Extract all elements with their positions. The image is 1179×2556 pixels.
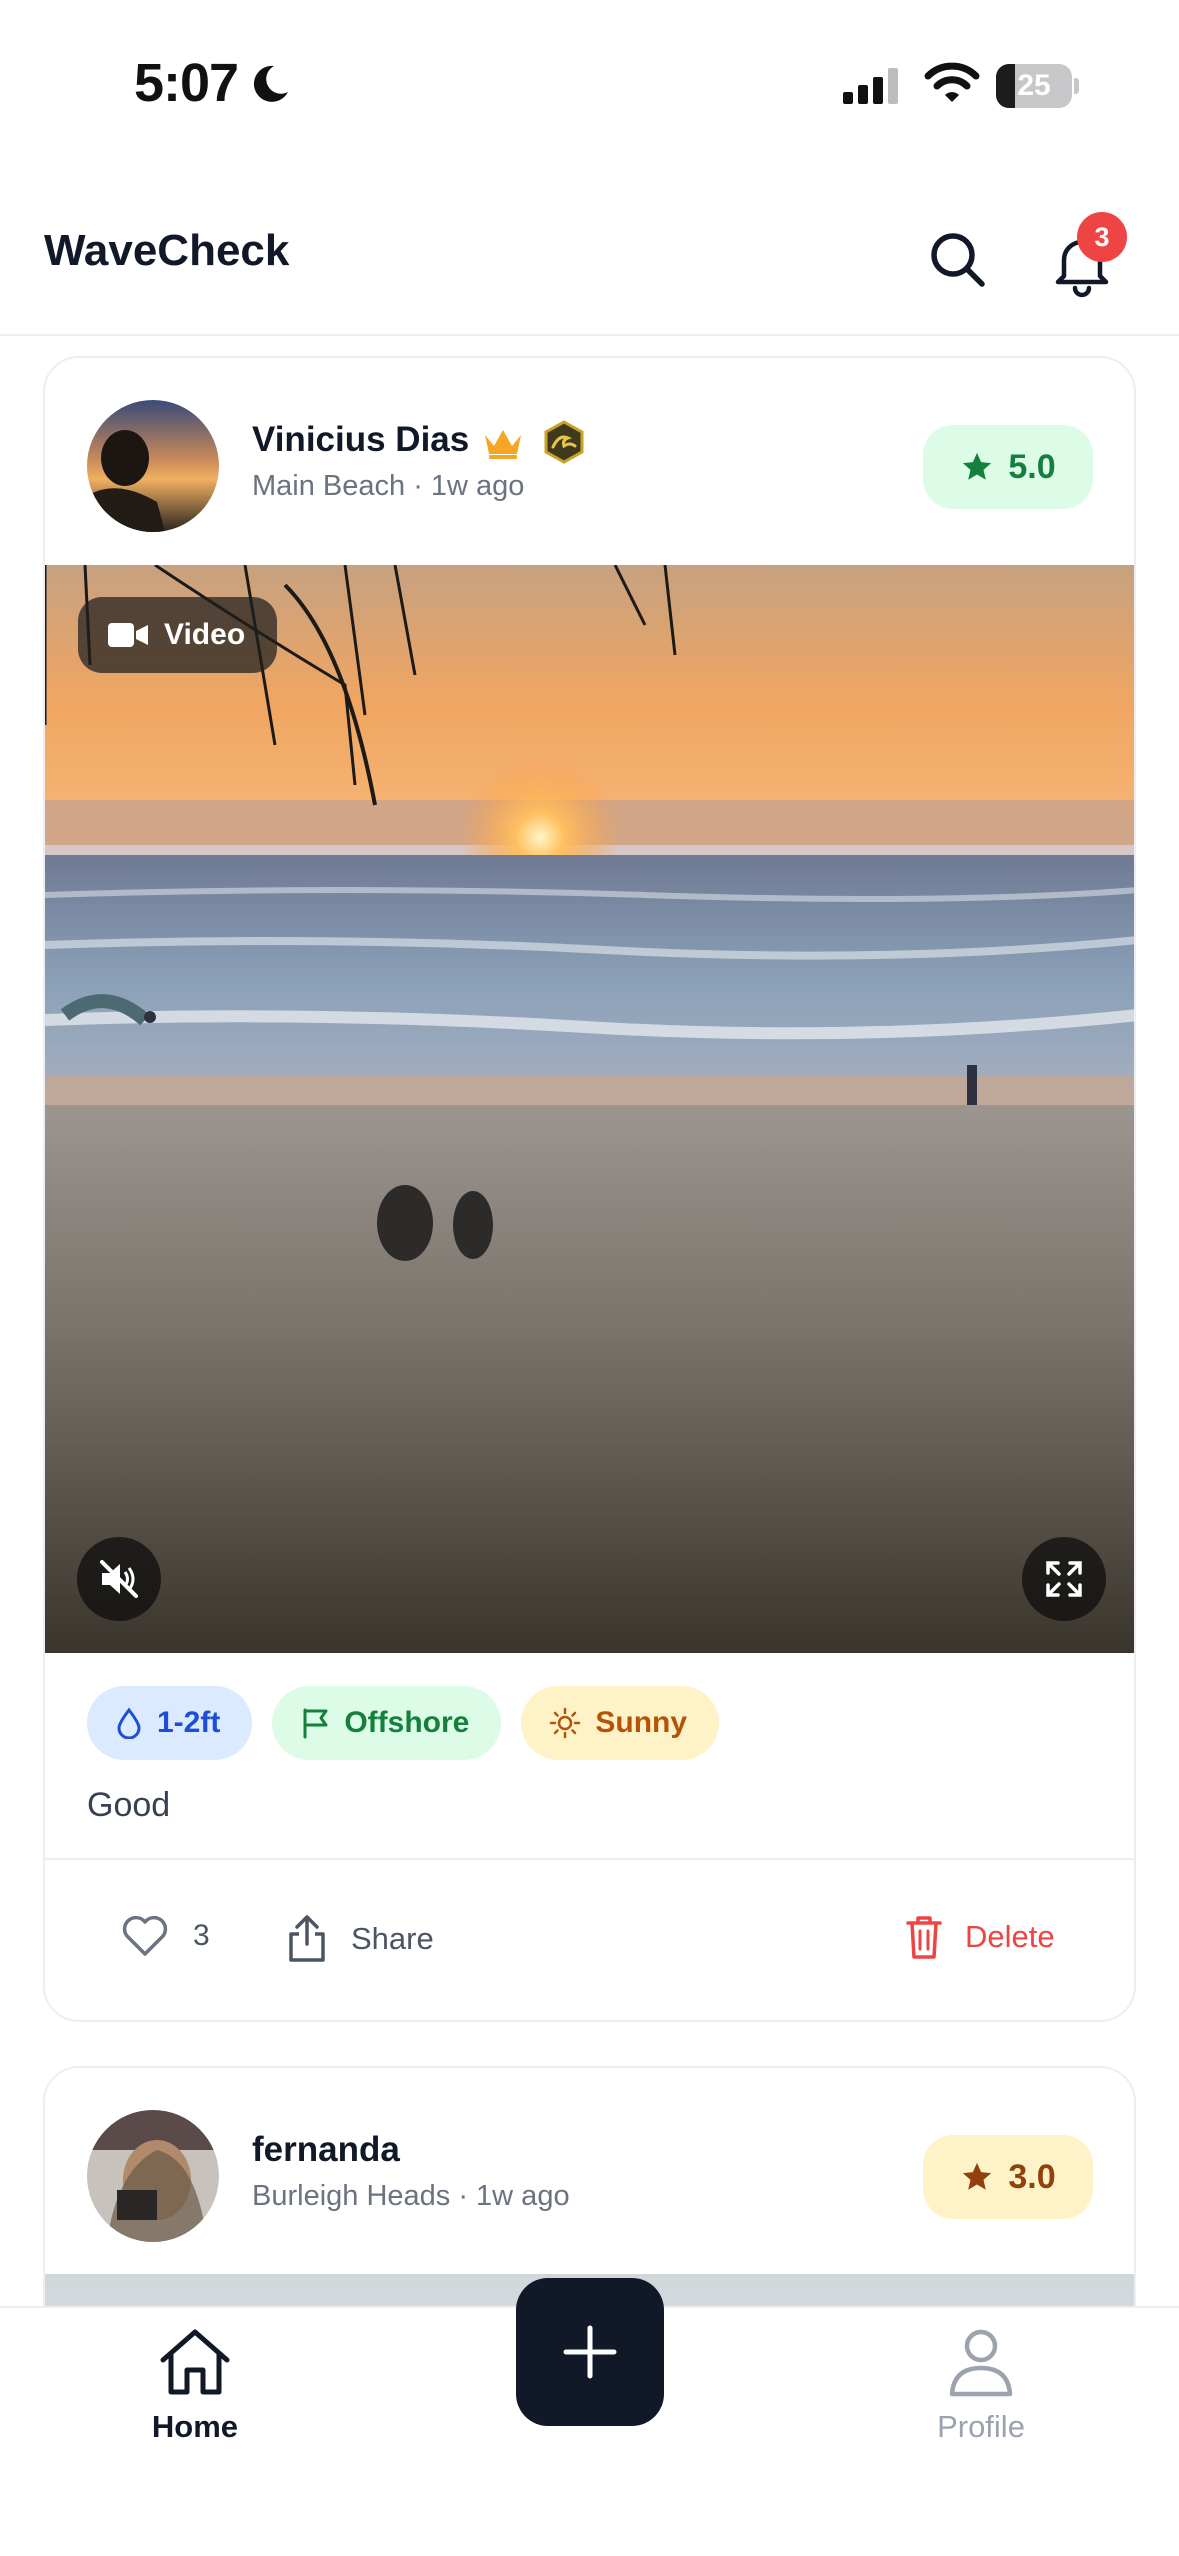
avatar[interactable]	[87, 2110, 219, 2242]
avatar-image	[87, 2110, 219, 2242]
sun-icon	[550, 1707, 581, 1739]
plus-icon	[563, 2325, 617, 2379]
post-video[interactable]: Video	[45, 565, 1134, 1653]
video-badge: Video	[78, 597, 278, 673]
star-icon	[963, 2162, 992, 2190]
status-time: 5:07	[134, 53, 239, 113]
moon-icon	[253, 65, 288, 102]
weather-tag: Sunny	[521, 1686, 720, 1760]
wave-height-tag: 1-2ft	[87, 1686, 253, 1760]
expand-icon	[1046, 1561, 1082, 1597]
notification-badge: 3	[1077, 212, 1127, 262]
heart-icon	[122, 1915, 168, 1956]
app-header: WaveCheck	[0, 196, 1179, 336]
home-icon	[160, 2329, 230, 2395]
battery-indicator: 25	[996, 64, 1079, 108]
volume-muted-icon	[100, 1560, 138, 1598]
author-name[interactable]: fernanda	[252, 2130, 400, 2170]
app-title: WaveCheck	[44, 226, 290, 275]
status-bar: 5:07 25	[0, 0, 1179, 160]
share-button[interactable]: Share	[285, 1914, 434, 1964]
post-location-time: Burleigh Heads · 1w ago	[252, 2180, 570, 2212]
rating-value: 3.0	[1008, 2157, 1056, 2196]
rating-badge: 3.0	[923, 2135, 1093, 2219]
user-icon	[949, 2329, 1013, 2397]
mute-button[interactable]	[77, 1537, 161, 1621]
wave-badge-icon	[544, 420, 584, 464]
like-count: 3	[193, 1919, 210, 1952]
post-card[interactable]: Vinicius Dias Main Beach · 1w ago 5.0 Vi…	[43, 356, 1136, 2022]
fullscreen-button[interactable]	[1022, 1537, 1106, 1621]
like-button[interactable]: 3	[121, 1914, 210, 1958]
rating-value: 5.0	[1008, 447, 1056, 486]
wind-tag: Offshore	[272, 1686, 502, 1760]
post-caption: Good	[87, 1786, 171, 1824]
water-drop-icon	[117, 1707, 141, 1739]
nav-home-label: Home	[151, 2409, 239, 2444]
author-name[interactable]: Vinicius Dias	[252, 420, 469, 460]
avatar[interactable]	[87, 400, 219, 532]
share-icon	[289, 1915, 325, 1962]
share-label: Share	[351, 1921, 434, 1956]
create-post-button[interactable]	[516, 2278, 664, 2426]
avatar-image	[87, 400, 219, 532]
wave-height-label: 1-2ft	[157, 1706, 221, 1739]
video-camera-icon	[108, 623, 148, 647]
nav-profile[interactable]: Profile	[906, 2326, 1056, 2445]
cellular-signal-icon	[843, 68, 898, 104]
wind-label: Offshore	[344, 1706, 470, 1739]
condition-tags: 1-2ft Offshore Sunny	[87, 1686, 720, 1760]
star-icon	[963, 452, 992, 480]
battery-percent: 25	[1017, 69, 1051, 102]
delete-button[interactable]: Delete	[905, 1914, 1055, 1960]
rating-badge: 5.0	[923, 425, 1093, 509]
flag-icon	[303, 1708, 328, 1739]
divider	[45, 1858, 1134, 1860]
beach-sunset-image	[45, 565, 1134, 1653]
delete-label: Delete	[965, 1919, 1055, 1954]
video-badge-label: Video	[164, 618, 246, 651]
search-button[interactable]	[922, 224, 994, 296]
post-location-time: Main Beach · 1w ago	[252, 470, 525, 502]
crown-icon	[485, 430, 521, 459]
search-icon	[931, 233, 985, 287]
trash-icon	[906, 1916, 942, 1959]
nav-profile-label: Profile	[937, 2409, 1025, 2444]
nav-home[interactable]: Home	[120, 2326, 270, 2445]
wifi-icon	[924, 62, 980, 102]
weather-label: Sunny	[595, 1706, 688, 1739]
